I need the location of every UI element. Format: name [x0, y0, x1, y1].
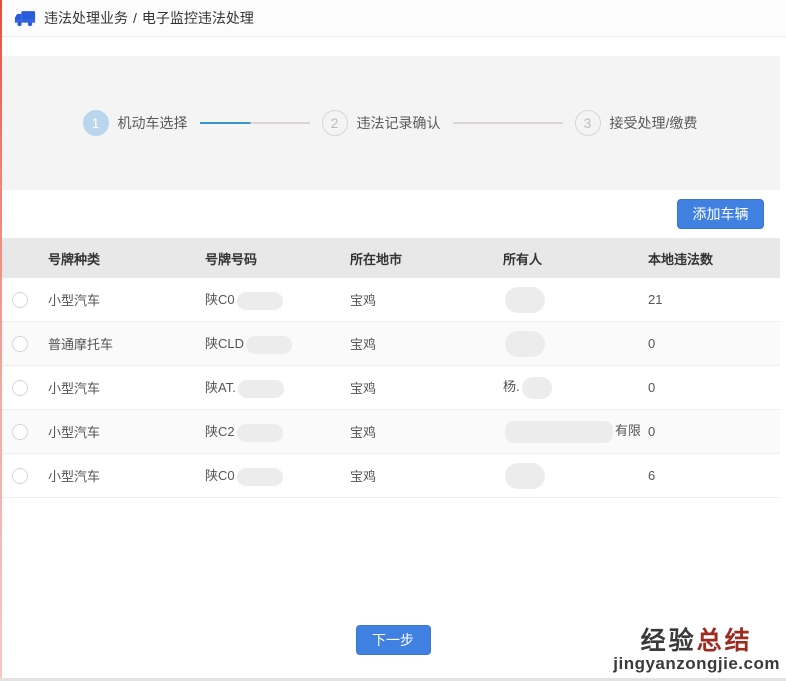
table-row[interactable]: 小型汽车 陕C0 宝鸡 6	[0, 454, 780, 498]
cell-plate-type: 小型汽车	[40, 290, 197, 309]
owner-visible-text: 杨.	[503, 379, 520, 394]
breadcrumb-bar: 违法处理业务 / 电子监控违法处理	[0, 0, 786, 37]
cell-owner: 杨.	[495, 376, 640, 399]
redaction-mask	[238, 380, 284, 398]
table-row[interactable]: 小型汽车 陕AT. 宝鸡 杨. 0	[0, 366, 780, 410]
breadcrumb-current-page: 电子监控违法处理	[142, 8, 254, 28]
redaction-mask	[237, 468, 283, 486]
cell-owner: 有限公...	[495, 420, 640, 443]
page: 违法处理业务 / 电子监控违法处理 1 机动车选择 2 违法记录确认 3 接受处…	[0, 0, 786, 681]
cell-city: 宝鸡	[342, 290, 495, 309]
cell-city: 宝鸡	[342, 466, 495, 485]
stepper-section: 1 机动车选择 2 违法记录确认 3 接受处理/缴费	[0, 56, 780, 190]
watermark-title-dark: 经验	[641, 627, 697, 655]
cell-owner	[495, 287, 640, 313]
next-step-button[interactable]: 下一步	[356, 625, 431, 655]
redaction-mask	[505, 331, 545, 357]
watermark-title-red: 总结	[697, 627, 753, 655]
add-vehicle-button[interactable]: 添加车辆	[677, 199, 764, 229]
cell-plate-number: 陕AT.	[197, 377, 342, 398]
cell-city: 宝鸡	[342, 378, 495, 397]
header-plate-number: 号牌号码	[197, 249, 342, 268]
cell-plate-number: 陕C0	[197, 465, 342, 486]
step-3-circle: 3	[575, 110, 601, 136]
cell-plate-number: 陕C2	[197, 421, 342, 442]
cell-city: 宝鸡	[342, 422, 495, 441]
vehicle-radio[interactable]	[12, 292, 28, 308]
plate-visible-text: 陕C0	[205, 292, 235, 307]
truck-icon	[14, 10, 36, 27]
step-connector-2	[453, 122, 563, 124]
vehicle-radio[interactable]	[12, 424, 28, 440]
cell-city: 宝鸡	[342, 334, 495, 353]
radio-cell	[0, 424, 40, 440]
owner-suffix-text: 有限公...	[615, 423, 640, 438]
left-accent-line	[0, 0, 2, 681]
table-row[interactable]: 小型汽车 陕C2 宝鸡 有限公... 0	[0, 410, 780, 454]
step-connector-1	[200, 122, 310, 124]
cell-plate-type: 小型汽车	[40, 378, 197, 397]
cell-plate-type: 小型汽车	[40, 466, 197, 485]
breadcrumb-section[interactable]: 违法处理业务	[44, 8, 128, 28]
step-1-circle: 1	[83, 110, 109, 136]
plate-visible-text: 陕CLD	[205, 336, 244, 351]
redaction-mask	[505, 463, 545, 489]
cell-plate-type: 普通摩托车	[40, 334, 197, 353]
cell-violation-count: 0	[640, 380, 780, 395]
vehicle-radio[interactable]	[12, 380, 28, 396]
step-3-label: 接受处理/缴费	[610, 113, 698, 133]
header-city: 所在地市	[342, 249, 495, 268]
radio-cell	[0, 336, 40, 352]
table-row[interactable]: 小型汽车 陕C0 宝鸡 21	[0, 278, 780, 322]
cell-violation-count: 0	[640, 424, 780, 439]
cell-plate-number: 陕C0	[197, 289, 342, 310]
step-1-label: 机动车选择	[118, 113, 188, 133]
cell-violation-count: 21	[640, 292, 780, 307]
redaction-mask	[522, 377, 552, 399]
step-2-circle: 2	[322, 110, 348, 136]
stepper: 1 机动车选择 2 违法记录确认 3 接受处理/缴费	[83, 110, 698, 136]
vehicle-radio[interactable]	[12, 468, 28, 484]
radio-cell	[0, 380, 40, 396]
toolbar: 添加车辆	[0, 190, 780, 238]
plate-visible-text: 陕C0	[205, 468, 235, 483]
cell-owner	[495, 463, 640, 489]
radio-cell	[0, 468, 40, 484]
step-2-label: 违法记录确认	[357, 113, 441, 133]
watermark-title: 经验总结	[613, 628, 780, 656]
cell-violation-count: 0	[640, 336, 780, 351]
cell-violation-count: 6	[640, 468, 780, 483]
cell-plate-type: 小型汽车	[40, 422, 197, 441]
watermark-site-url: jingyanzongjie.com	[613, 655, 780, 674]
vehicle-radio[interactable]	[12, 336, 28, 352]
vehicle-table: 号牌种类 号牌号码 所在地市 所有人 本地违法数 小型汽车 陕C0 宝鸡 21 …	[0, 238, 780, 498]
header-owner: 所有人	[495, 249, 640, 268]
radio-cell	[0, 292, 40, 308]
breadcrumb-separator: /	[133, 10, 137, 26]
cell-plate-number: 陕CLD	[197, 333, 342, 354]
header-violation-count: 本地违法数	[640, 249, 780, 268]
header-plate-type: 号牌种类	[40, 249, 197, 268]
cell-owner	[495, 331, 640, 357]
redaction-mask	[505, 287, 545, 313]
redaction-mask	[505, 421, 613, 443]
watermark: 经验总结 jingyanzongjie.com	[613, 628, 780, 674]
plate-visible-text: 陕AT.	[205, 380, 236, 395]
plate-visible-text: 陕C2	[205, 424, 235, 439]
redaction-mask	[237, 292, 283, 310]
table-row[interactable]: 普通摩托车 陕CLD 宝鸡 0	[0, 322, 780, 366]
table-header-row: 号牌种类 号牌号码 所在地市 所有人 本地违法数	[0, 238, 780, 278]
redaction-mask	[246, 336, 292, 354]
redaction-mask	[237, 424, 283, 442]
